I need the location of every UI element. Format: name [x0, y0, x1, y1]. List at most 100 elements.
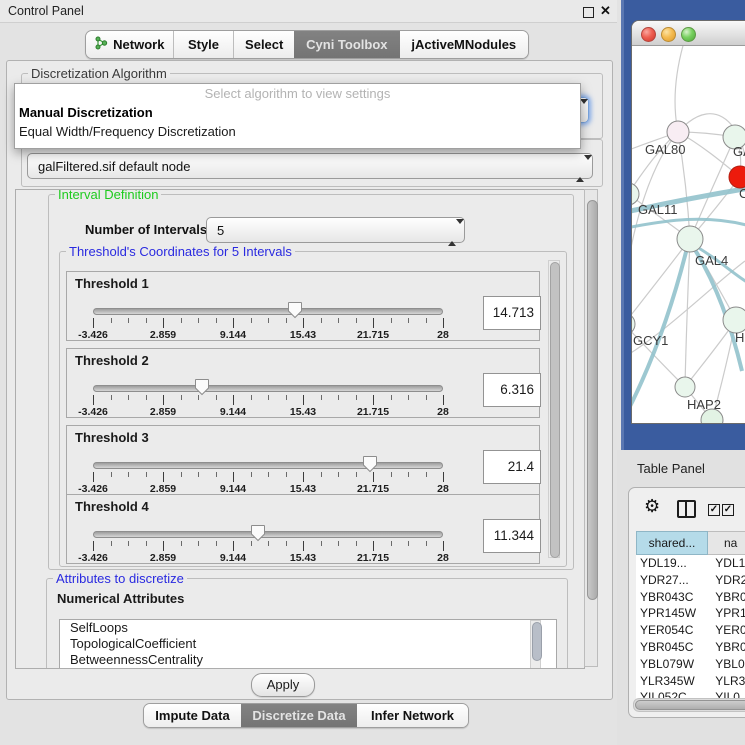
cell-name[interactable]: YBR0: [705, 589, 745, 606]
attribute-list-item[interactable]: BetweennessCentrality: [60, 652, 556, 668]
slider-tick: [181, 472, 182, 477]
scrollbar-thumb[interactable]: [635, 700, 745, 710]
cell-name[interactable]: YDL1: [705, 555, 745, 572]
table-row[interactable]: YDL19...YDL1: [636, 555, 745, 572]
slider-tick: [111, 395, 112, 400]
settings-vertical-scrollbar[interactable]: [584, 189, 598, 667]
threshold-4-label: Threshold 4: [75, 499, 149, 514]
slider-tick: [303, 318, 304, 328]
node-hap2[interactable]: [675, 377, 695, 397]
node-label: C: [739, 186, 745, 201]
cell-shared-name[interactable]: YBR043C: [636, 589, 705, 606]
slider-track[interactable]: [93, 531, 443, 538]
number-of-intervals-combobox[interactable]: 5: [206, 217, 465, 243]
slider-handle[interactable]: [194, 378, 210, 396]
node-gcy1[interactable]: [632, 313, 635, 335]
cell-shared-name[interactable]: YDR27...: [636, 572, 705, 589]
threshold-3-value-field[interactable]: 21.4: [483, 450, 541, 484]
attribute-list-item[interactable]: SelfLoops: [60, 620, 556, 636]
slider-tick-label: 2.859: [150, 329, 176, 341]
cell-name[interactable]: YPR1: [705, 605, 745, 622]
scrollbar-thumb[interactable]: [587, 200, 598, 600]
numerical-attributes-list[interactable]: SelfLoopsTopologicalCoefficientBetweenne…: [59, 619, 557, 669]
threshold-4-value-field[interactable]: 11.344: [483, 519, 541, 553]
checkbox-checked-icon[interactable]: ✓: [722, 504, 734, 516]
slider-tick: [111, 318, 112, 323]
dropdown-prompt-item[interactable]: Select algorithm to view settings: [15, 84, 580, 103]
settings-gear-icon[interactable]: ⚙: [644, 496, 660, 517]
slider-handle[interactable]: [362, 455, 378, 473]
zoom-traffic-light-icon[interactable]: [681, 27, 696, 42]
threshold-1-slider[interactable]: -3.4262.8599.14415.4321.71528: [93, 304, 443, 338]
network-canvas[interactable]: GAL80 GA C GAL11 GAL4 GCY1 H HAP2: [632, 46, 745, 423]
cell-name[interactable]: YER0: [705, 622, 745, 639]
cell-shared-name[interactable]: YBL079W: [636, 656, 705, 673]
slider-tick: [391, 318, 392, 323]
thresholds-scrollbar[interactable]: [548, 260, 560, 558]
node-attribute-table[interactable]: shared... na YDL19...YDL1YDR27...YDR2YBR…: [636, 531, 745, 699]
attribute-list-item[interactable]: TopologicalCoefficient: [60, 636, 556, 652]
scrollbar-thumb[interactable]: [550, 262, 560, 558]
threshold-3-slider[interactable]: -3.4262.8599.14415.4321.71528: [93, 458, 443, 492]
node-gal4[interactable]: [677, 226, 703, 252]
node-gal80[interactable]: [667, 121, 689, 143]
slider-track[interactable]: [93, 385, 443, 392]
slider-tick: [268, 472, 269, 477]
slider-tick: [93, 472, 94, 482]
table-row[interactable]: YBR045CYBR0: [636, 639, 745, 656]
close-traffic-light-icon[interactable]: [641, 27, 656, 42]
tab-impute-data[interactable]: Impute Data: [144, 704, 241, 727]
cell-shared-name[interactable]: YER054C: [636, 622, 705, 639]
cell-shared-name[interactable]: YLR345W: [636, 673, 705, 690]
tab-cyni-toolbox[interactable]: Cyni Toolbox: [294, 31, 400, 58]
dropdown-option-manual-discretization[interactable]: Manual Discretization: [15, 103, 580, 122]
table-horizontal-scrollbar[interactable]: [633, 698, 745, 712]
attributes-list-scrollbar[interactable]: [530, 620, 541, 669]
threshold-2-slider[interactable]: -3.4262.8599.14415.4321.71528: [93, 381, 443, 415]
table-data-combobox[interactable]: galFiltered.sif default node: [27, 153, 593, 179]
table-row[interactable]: YBL079WYBL0: [636, 656, 745, 673]
cell-name[interactable]: YBL0: [705, 656, 745, 673]
checkbox-checked-icon[interactable]: ✓: [708, 504, 720, 516]
threshold-4-slider[interactable]: -3.4262.8599.14415.4321.71528: [93, 527, 443, 561]
threshold-2-label: Threshold 2: [75, 353, 149, 368]
cell-shared-name[interactable]: YPR145W: [636, 605, 705, 622]
close-icon[interactable]: ✕: [600, 3, 611, 19]
threshold-2-value-field[interactable]: 6.316: [483, 373, 541, 407]
dropdown-option-equal-width-frequency[interactable]: Equal Width/Frequency Discretization: [15, 122, 580, 141]
cell-name[interactable]: YDR2: [705, 572, 745, 589]
cell-shared-name[interactable]: YBR045C: [636, 639, 705, 656]
slider-track[interactable]: [93, 308, 443, 315]
apply-button[interactable]: Apply: [251, 673, 315, 697]
tab-select[interactable]: Select: [233, 31, 294, 58]
slider-tick: [198, 541, 199, 546]
column-header-name[interactable]: na: [708, 531, 745, 555]
slider-tick: [128, 541, 129, 546]
tab-style[interactable]: Style: [173, 31, 234, 58]
slider-handle[interactable]: [250, 524, 266, 542]
table-row[interactable]: YLR345WYLR3: [636, 673, 745, 690]
float-window-icon[interactable]: [583, 7, 594, 18]
scrollbar-thumb[interactable]: [532, 622, 542, 661]
tab-infer-network[interactable]: Infer Network: [357, 704, 468, 727]
slider-tick: [216, 472, 217, 477]
slider-handle[interactable]: [287, 301, 303, 319]
table-row[interactable]: YBR043CYBR0: [636, 589, 745, 606]
tab-network[interactable]: Network: [86, 31, 173, 58]
table-row[interactable]: YDR27...YDR2: [636, 572, 745, 589]
cell-shared-name[interactable]: YDL19...: [636, 555, 705, 572]
tab-discretize-data[interactable]: Discretize Data: [241, 704, 357, 727]
table-row[interactable]: YER054CYER0: [636, 622, 745, 639]
table-row[interactable]: YPR145WYPR1: [636, 605, 745, 622]
column-header-shared[interactable]: shared...: [636, 531, 708, 555]
minimize-traffic-light-icon[interactable]: [661, 27, 676, 42]
slider-tick-label: -3.426: [78, 406, 108, 418]
cell-name[interactable]: YBR0: [705, 639, 745, 656]
split-columns-icon[interactable]: [677, 500, 696, 518]
slider-track[interactable]: [93, 462, 443, 469]
slider-tick: [443, 541, 444, 551]
tab-jactivemnodules[interactable]: jActiveMNodules: [400, 31, 528, 58]
network-window-titlebar[interactable]: [632, 21, 745, 46]
cell-name[interactable]: YLR3: [705, 673, 745, 690]
threshold-1-value-field[interactable]: 14.713: [483, 296, 541, 330]
